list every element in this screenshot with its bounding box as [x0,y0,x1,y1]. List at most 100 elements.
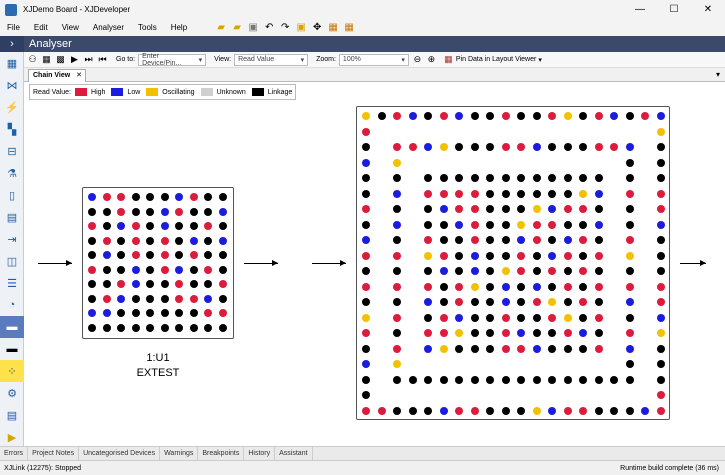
pin-dot[interactable] [439,236,448,244]
pin-dot[interactable] [579,298,587,306]
menu-tools[interactable]: Tools [131,23,164,32]
pin-dot[interactable] [117,294,125,303]
pin-dot[interactable] [362,112,370,120]
pin-dot[interactable] [408,143,417,151]
pin-dot[interactable] [393,236,401,244]
pin-dot[interactable] [175,207,183,216]
pin-dot[interactable] [594,112,603,120]
sidebar-connector-icon[interactable]: ⊟ [0,140,24,162]
pin-dot[interactable] [532,313,541,322]
pin-dot[interactable] [455,344,463,353]
pin-dot[interactable] [377,406,386,415]
sidebar-signal-icon[interactable]: ⚡ [0,96,24,118]
pin-dot[interactable] [146,294,154,303]
pin-dot[interactable] [408,112,417,120]
pin-dot[interactable] [189,323,198,332]
pin-dot[interactable] [88,294,96,303]
pin-dot[interactable] [204,323,212,332]
pin-dot[interactable] [439,189,448,198]
pin-dot[interactable] [486,220,494,229]
pin-dot[interactable] [625,267,634,275]
pin-dot[interactable] [610,406,618,415]
step-forward-icon[interactable]: ⏭ [83,54,94,65]
pin-dot[interactable] [532,220,541,229]
pin-dot[interactable] [656,174,665,182]
pin-dot[interactable] [610,112,618,120]
pin-dot[interactable] [218,207,227,216]
pin-dot[interactable] [160,323,169,332]
pin-dot[interactable] [594,143,603,151]
pin-dot[interactable] [175,222,183,230]
pin-dot[interactable] [88,236,96,245]
sidebar-script-icon[interactable]: ◫ [0,250,24,272]
pin-dot[interactable] [455,205,463,213]
pin-dot[interactable] [625,344,634,353]
pin-dot[interactable] [532,189,541,198]
pin-dot[interactable] [424,344,432,353]
pin-dot[interactable] [146,265,154,274]
pin-dot[interactable] [517,236,525,244]
pin-dot[interactable] [424,236,432,244]
menu-analyser[interactable]: Analyser [86,23,131,32]
pin-dot[interactable] [594,406,603,415]
pin-dot[interactable] [88,207,96,216]
pin-dot[interactable] [486,112,494,120]
pin-dot[interactable] [455,236,463,244]
pin-dot[interactable] [146,323,154,332]
pin-dot[interactable] [102,222,111,230]
menu-help[interactable]: Help [164,23,194,32]
pin-dot[interactable] [470,375,479,384]
pin-dot[interactable] [424,174,432,182]
pin-dot[interactable] [362,267,370,275]
pin-dot[interactable] [393,205,401,213]
pin-dot[interactable] [131,323,140,332]
pin-dot[interactable] [160,309,169,317]
pin-dot[interactable] [563,313,572,322]
sidebar-flask-icon[interactable]: ⚗ [0,162,24,184]
pin-dot[interactable] [88,265,96,274]
goto-input[interactable]: Enter Device/Pin... ▾ [138,53,207,67]
pin-dot[interactable] [548,344,556,353]
pin-dot[interactable] [393,189,401,198]
pin-dot[interactable] [362,236,370,244]
pin-dot[interactable] [204,280,212,288]
pin-dot[interactable] [88,251,96,259]
pin-dot[interactable] [501,251,510,260]
pin-dot[interactable] [625,158,634,167]
pin-dot[interactable] [625,205,634,213]
pin-dot[interactable] [625,329,634,337]
pin-dot[interactable] [517,220,525,229]
pin-dot[interactable] [455,112,463,120]
board-icon[interactable]: ▣ [294,21,308,35]
pin-dot[interactable] [517,313,525,322]
pin-dot[interactable] [218,236,227,245]
close-icon[interactable]: ✕ [76,70,82,82]
pin-dot[interactable] [563,236,572,244]
pin-dot[interactable] [204,294,212,303]
pin-dot[interactable] [625,375,634,384]
pin-dot[interactable] [204,236,212,245]
chevron-down-icon[interactable]: ▾ [538,56,542,64]
pin-dot[interactable] [486,205,494,213]
pin-dot[interactable] [501,406,510,415]
pin-dot[interactable] [486,298,494,306]
maximize-button[interactable]: ☐ [657,0,691,19]
pin-dot[interactable] [625,220,634,229]
pin-dot[interactable] [548,205,556,213]
pin-dot[interactable] [656,251,665,260]
zoom-out-icon[interactable]: ⊖ [412,54,423,65]
pin-dot[interactable] [362,329,370,337]
pin-dot[interactable] [131,193,140,201]
tab-assistant[interactable]: Assistant [275,446,313,461]
pin-dot[interactable] [501,189,510,198]
pin-dot[interactable] [625,112,634,120]
pin-dot[interactable] [102,280,111,288]
pin-dot[interactable] [656,189,665,198]
pin-dot[interactable] [160,193,169,201]
sidebar-board-icon[interactable]: ▦ [0,52,24,74]
pin-dot[interactable] [486,174,494,182]
pin-dot[interactable] [594,205,603,213]
pin-dot[interactable] [204,251,212,259]
pin-dot[interactable] [517,329,525,337]
pin-dot[interactable] [362,406,370,415]
